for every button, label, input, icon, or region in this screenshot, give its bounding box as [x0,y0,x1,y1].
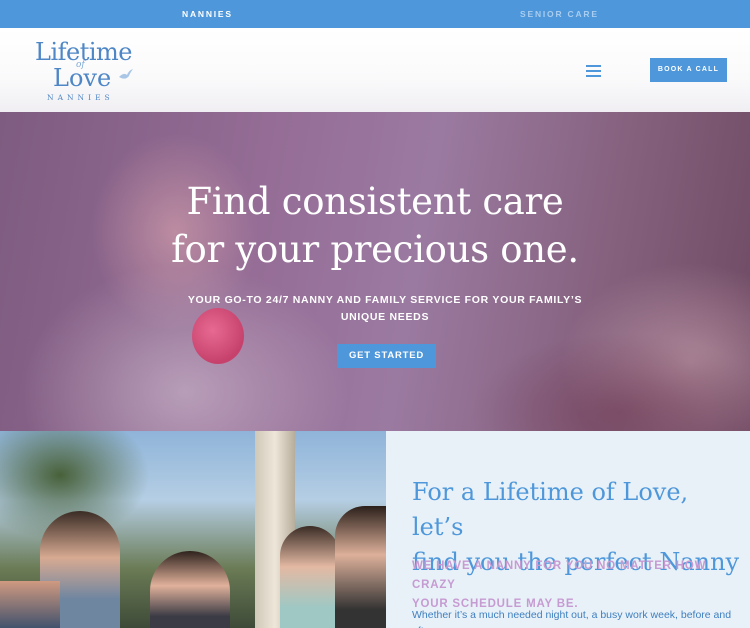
about-body-text: Whether it’s a much needed night out, a … [412,609,732,628]
hero-photo-shadow [470,332,750,431]
hero-title: Find consistent care for your precious o… [0,178,750,274]
menu-line [586,65,601,67]
hero-subtitle-line-2: UNIQUE NEEDS [340,311,430,323]
site-logo[interactable]: Lifetime of Love NANNIES [30,36,140,106]
hero-subtitle: YOUR GO-TO 24/7 NANNY AND FAMILY SERVICE… [0,292,750,326]
hero-title-line-2: for your precious one. [171,228,579,271]
photo-arm [0,581,60,628]
hero-section: Find consistent care for your precious o… [0,112,750,431]
menu-line [586,70,601,72]
hero-title-line-1: Find consistent care [186,180,564,223]
logo-line-love: Love [53,64,112,92]
photo-person-4 [335,506,386,628]
book-a-call-button[interactable]: BOOK A CALL [650,58,727,82]
menu-line [586,75,601,77]
hero-subtitle-line-1: YOUR GO-TO 24/7 NANNY AND FAMILY SERVICE… [187,294,583,306]
get-started-button[interactable]: GET STARTED [337,344,436,368]
nannies-group-photo [0,431,386,628]
tab-senior-care[interactable]: SENIOR CARE [520,0,599,28]
photo-person-3 [280,526,340,628]
bird-icon [119,69,133,79]
hamburger-menu-icon[interactable] [586,64,604,78]
photo-person-2 [150,551,230,628]
site-header: Lifetime of Love NANNIES BOOK A CALL [0,28,750,112]
about-panel: For a Lifetime of Love, let’s find you t… [386,431,750,628]
top-nav-bar: NANNIES SENIOR CARE [0,0,750,28]
hero-photo-baby-body [20,262,350,431]
tab-nannies[interactable]: NANNIES [182,0,233,28]
logo-line-nannies: NANNIES [47,93,114,102]
about-title-line-1: For a Lifetime of Love, let’s [412,478,689,541]
about-subtitle-line-1: WE HAVE A NANNY FOR YOU NO MATTER HOW CR… [412,560,707,591]
about-subtitle: WE HAVE A NANNY FOR YOU NO MATTER HOW CR… [412,557,750,614]
